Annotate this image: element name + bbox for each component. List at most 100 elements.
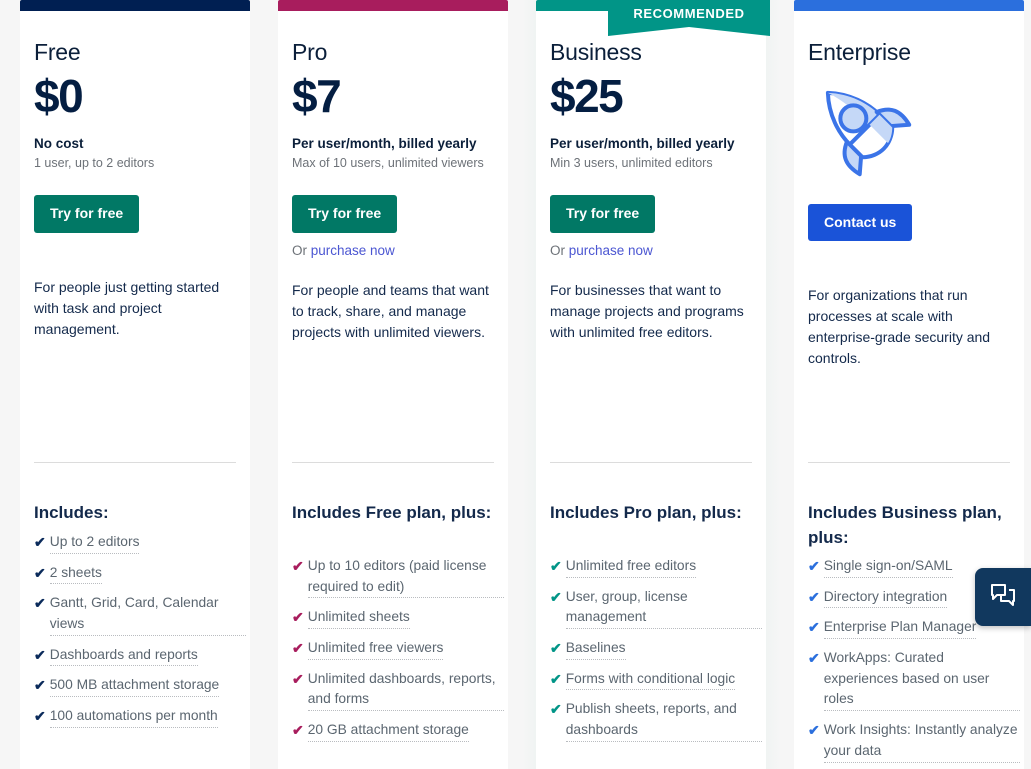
check-icon: ✔ <box>34 595 46 612</box>
plan-slot-pro: Pro $7 Per user/month, billed yearly Max… <box>264 0 522 769</box>
feature-label: Single sign-on/SAML <box>823 556 953 578</box>
feature-item[interactable]: ✔ 500 MB attachment storage <box>34 675 246 698</box>
check-icon: ✔ <box>808 650 820 667</box>
feature-item[interactable]: ✔ Up to 2 editors <box>34 532 246 554</box>
feature-label: Gantt, Grid, Card, Calendar views <box>49 593 246 636</box>
rocket-icon <box>804 72 1010 182</box>
purchase-now-link[interactable]: purchase now <box>311 243 395 258</box>
cta-row: Try for free <box>292 195 494 233</box>
purchase-link-spacer <box>34 233 236 255</box>
check-icon: ✔ <box>34 564 46 581</box>
plan-name: Enterprise <box>808 39 911 65</box>
purchase-prefix: Or <box>550 242 569 258</box>
feature-item[interactable]: ✔ 2 sheets <box>34 563 246 585</box>
check-icon: ✔ <box>808 588 820 605</box>
purchase-now-link[interactable]: purchase now <box>569 243 653 258</box>
feature-item[interactable]: ✔ Unlimited sheets <box>292 607 504 630</box>
check-icon: ✔ <box>550 588 562 605</box>
check-icon: ✔ <box>550 558 562 574</box>
feature-label: Up to 10 editors (paid license required … <box>307 556 504 599</box>
feature-label: Unlimited dashboards, reports, and forms <box>307 669 504 712</box>
feature-item[interactable]: ✔ Dashboards and reports <box>34 645 246 667</box>
feature-item[interactable]: ✔ 20 GB attachment storage <box>292 720 504 742</box>
feature-label: Baselines <box>565 638 626 660</box>
check-icon: ✔ <box>808 619 820 636</box>
try-for-free-button[interactable]: Try for free <box>34 195 140 233</box>
feature-item[interactable]: ✔ Gantt, Grid, Card, Calendar views <box>34 593 246 636</box>
pricing-card-pro[interactable]: Pro $7 Per user/month, billed yearly Max… <box>278 0 508 769</box>
plan-billing-sub: Min 3 users, unlimited editors <box>550 156 713 171</box>
includes-heading: Includes Pro plan, plus: <box>550 503 742 522</box>
feature-label: 2 sheets <box>49 563 102 585</box>
recommended-ribbon-label: RECOMMENDED <box>608 0 770 28</box>
feature-label: User, group, license management <box>565 587 762 630</box>
plan-name: Business <box>550 39 642 65</box>
plan-name: Free <box>34 39 81 65</box>
includes-heading: Includes Free plan, plus: <box>292 503 492 522</box>
feature-label: 100 automations per month <box>49 706 218 728</box>
card-accent-bar <box>794 0 1024 11</box>
feature-item[interactable]: ✔ Publish sheets, reports, and dashboards <box>550 699 762 742</box>
feature-label: Publish sheets, reports, and dashboards <box>565 699 762 742</box>
pricing-card-enterprise[interactable]: Enterprise Contact us For organizations … <box>794 0 1024 769</box>
feature-label: Unlimited free editors <box>565 556 697 578</box>
check-icon: ✔ <box>34 534 46 550</box>
plan-description: For people just getting started with tas… <box>34 278 220 337</box>
feature-item[interactable]: ✔ Unlimited free editors <box>550 556 762 578</box>
feature-item[interactable]: ✔ Unlimited free viewers <box>292 638 504 660</box>
card-accent-bar <box>278 0 508 11</box>
cta-row: Try for free <box>550 195 752 233</box>
plan-price: $25 <box>550 70 624 122</box>
feature-item[interactable]: ✔ Work Insights: Instantly analyze your d… <box>808 720 1020 763</box>
card-body: Enterprise Contact us For organizations … <box>794 39 1024 369</box>
card-divider <box>34 462 236 463</box>
recommended-ribbon: RECOMMENDED <box>608 0 770 37</box>
plan-billing-sub: 1 user, up to 2 editors <box>34 156 155 171</box>
contact-us-button[interactable]: Contact us <box>808 204 913 242</box>
feature-label: Unlimited sheets <box>307 607 410 630</box>
feature-item[interactable]: ✔ 100 automations per month <box>34 706 246 728</box>
feature-item[interactable]: ✔ Forms with conditional logic <box>550 669 762 691</box>
feature-label: Unlimited free viewers <box>307 638 444 660</box>
chat-bubbles-icon <box>990 583 1016 612</box>
plan-description: For people and teams that want to track,… <box>292 281 489 340</box>
pricing-card-grid: Free $0 No cost 1 user, up to 2 editors … <box>6 0 1031 769</box>
includes-heading: Includes Business plan, plus: <box>808 503 1002 547</box>
plan-billing: Per user/month, billed yearly <box>292 136 477 152</box>
feature-item[interactable]: ✔ Baselines <box>550 638 762 660</box>
recommended-ribbon-notch <box>608 27 770 37</box>
try-for-free-button[interactable]: Try for free <box>292 195 398 233</box>
plan-billing: No cost <box>34 136 84 152</box>
check-icon: ✔ <box>292 558 304 574</box>
pricing-card-business[interactable]: Business $25 Per user/month, billed year… <box>536 0 766 769</box>
feature-list: ✔ Up to 10 editors (paid license required… <box>292 556 504 751</box>
feature-label: Up to 2 editors <box>49 532 140 554</box>
feature-label: Enterprise Plan Manager <box>823 617 977 640</box>
check-icon: ✔ <box>292 640 304 657</box>
card-body: Free $0 No cost 1 user, up to 2 editors … <box>20 39 250 340</box>
feature-item[interactable]: ✔ User, group, license management <box>550 587 762 630</box>
feature-item[interactable]: ✔ WorkApps: Curated experiences based on … <box>808 648 1020 712</box>
purchase-now-row: Or purchase now <box>550 243 752 258</box>
card-divider <box>292 462 494 463</box>
chat-widget-button[interactable] <box>975 568 1031 626</box>
feature-label: 500 MB attachment storage <box>49 675 220 698</box>
plan-name: Pro <box>292 39 328 65</box>
plan-price: $7 <box>292 70 342 122</box>
feature-label: Directory integration <box>823 587 948 609</box>
check-icon: ✔ <box>550 640 562 657</box>
feature-label: Work Insights: Instantly analyze your da… <box>823 720 1020 763</box>
feature-list: ✔ Up to 2 editors ✔ 2 sheets ✔ Gantt, Grid,… <box>34 532 246 737</box>
card-accent-bar <box>20 0 250 11</box>
try-for-free-button[interactable]: Try for free <box>550 195 656 233</box>
plan-slot-business: RECOMMENDED Business $25 Per user/month,… <box>522 0 780 769</box>
card-divider <box>550 462 752 463</box>
card-body: Business $25 Per user/month, billed year… <box>536 39 766 343</box>
feature-item[interactable]: ✔ Unlimited dashboards, reports, and form… <box>292 669 504 712</box>
cta-row: Contact us <box>808 204 1010 242</box>
check-icon: ✔ <box>34 708 46 725</box>
feature-label: 20 GB attachment storage <box>307 720 469 742</box>
pricing-card-free[interactable]: Free $0 No cost 1 user, up to 2 editors … <box>20 0 250 769</box>
feature-item[interactable]: ✔ Up to 10 editors (paid license required… <box>292 556 504 599</box>
plan-description: For organizations that run processes at … <box>808 287 991 367</box>
